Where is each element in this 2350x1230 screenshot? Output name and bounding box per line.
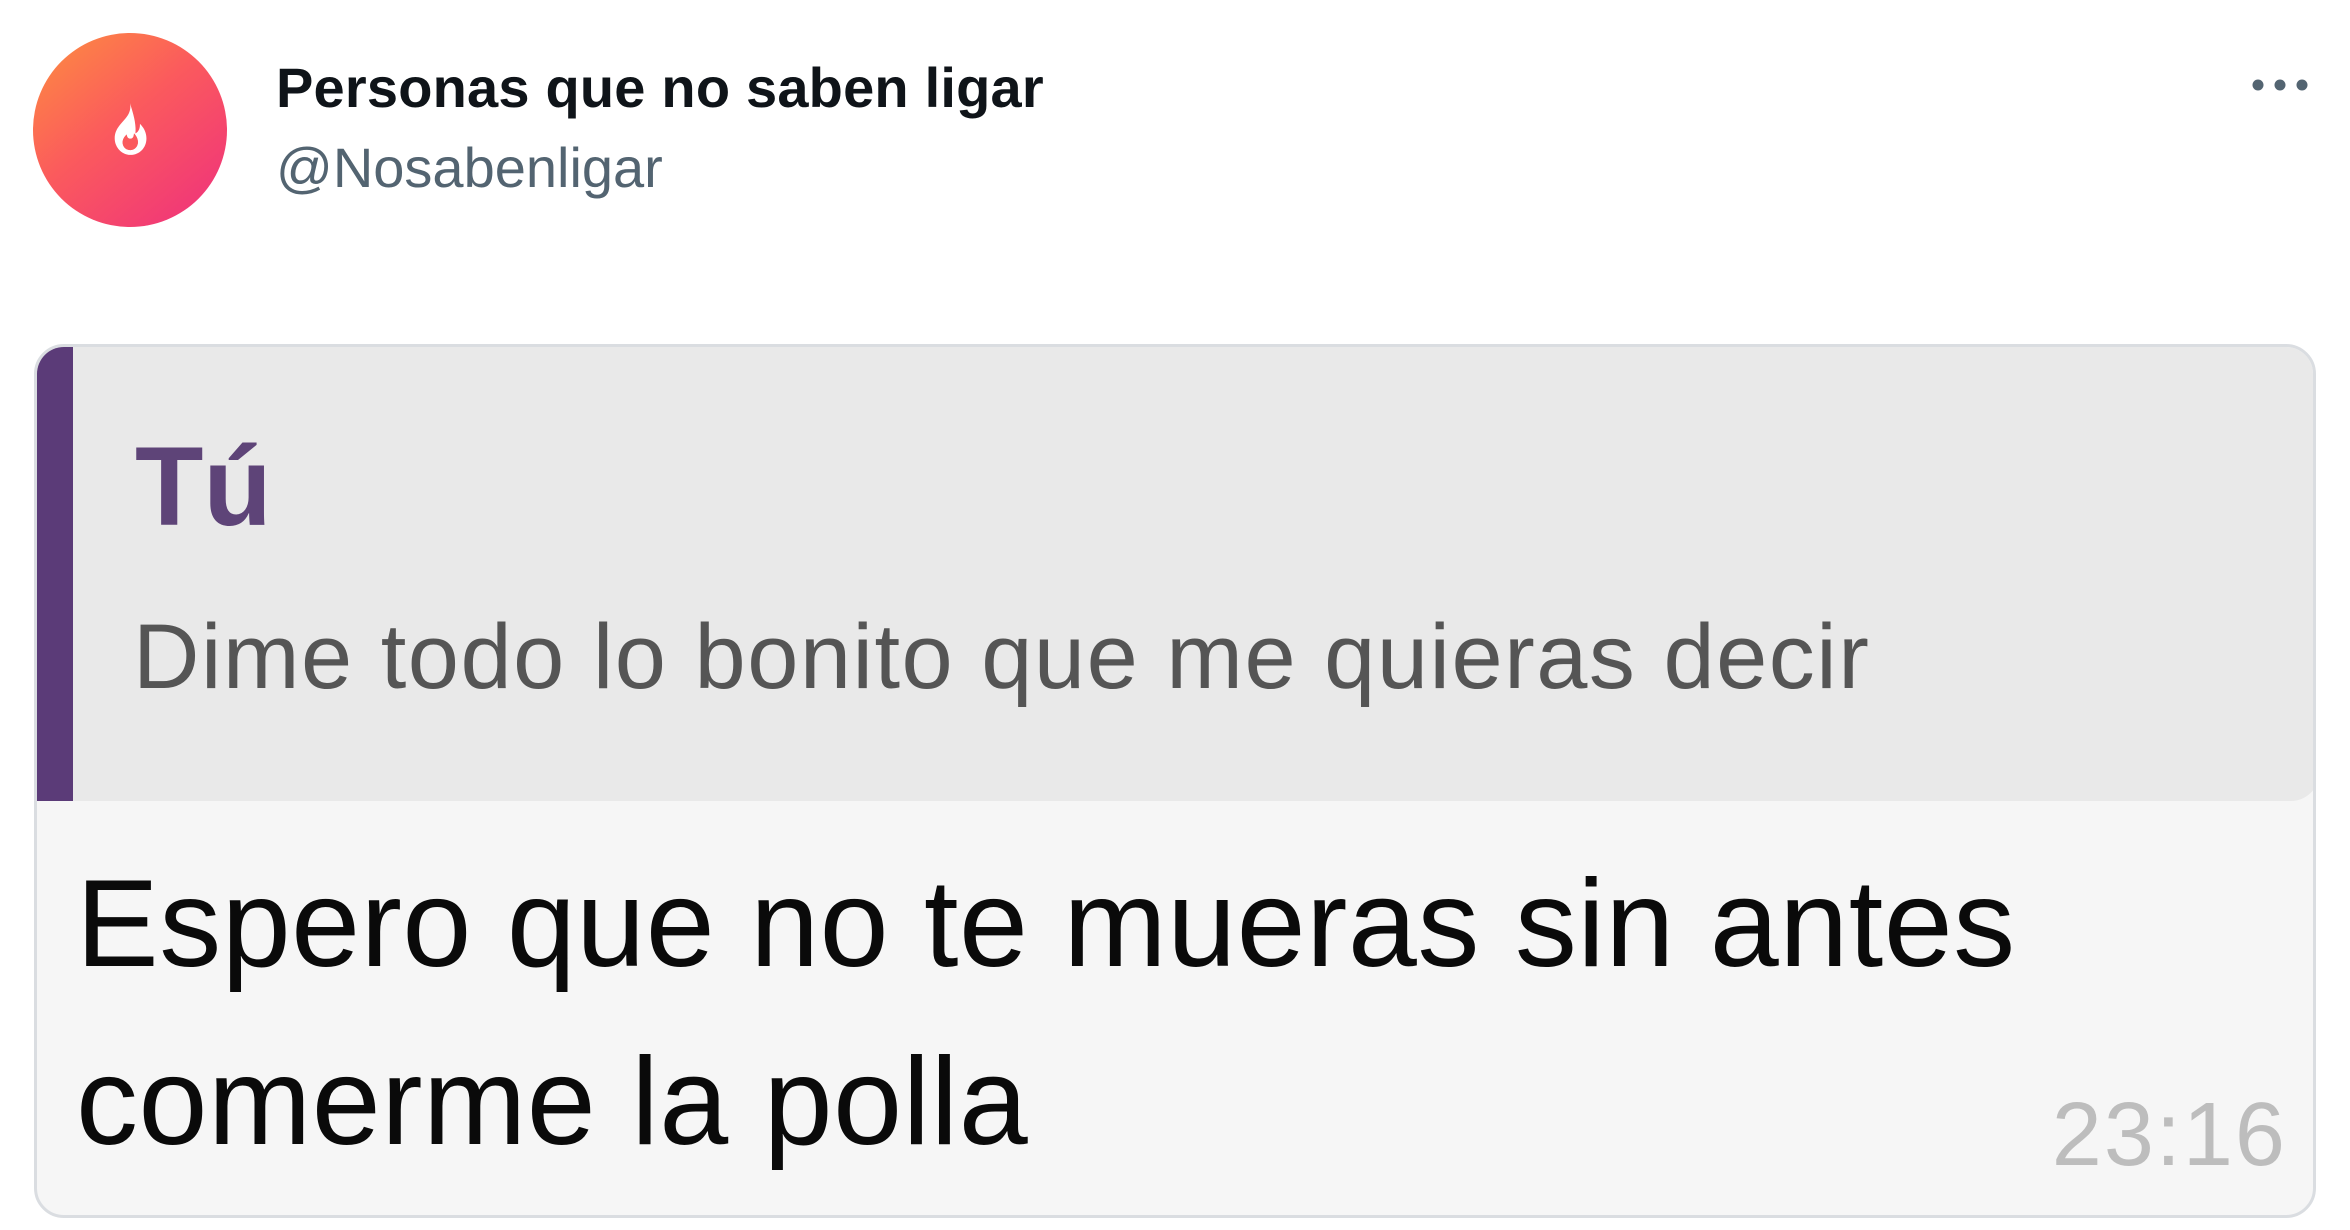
more-options-button[interactable] — [2245, 55, 2315, 115]
quoted-author: Tú — [135, 424, 272, 549]
quote-accent-bar — [37, 347, 73, 801]
reply-message-text: Espero que no te mueras sin antes comerm… — [76, 855, 2016, 1171]
message-timestamp: 23:16 — [2051, 1085, 2287, 1185]
chat-screenshot-card: Tú Dime todo lo bonito que me quieras de… — [34, 344, 2316, 1218]
quoted-message: Tú Dime todo lo bonito que me quieras de… — [37, 347, 2313, 801]
avatar[interactable] — [33, 33, 227, 227]
display-name[interactable]: Personas que no saben ligar — [276, 55, 1044, 120]
account-handle[interactable]: @Nosabenligar — [276, 135, 663, 200]
flame-icon — [114, 103, 147, 155]
tweet-header: Personas que no saben ligar @Nosabenliga… — [0, 0, 2350, 260]
more-horizontal-icon — [2252, 79, 2308, 91]
quoted-text: Dime todo lo bonito que me quieras decir — [133, 606, 1871, 708]
